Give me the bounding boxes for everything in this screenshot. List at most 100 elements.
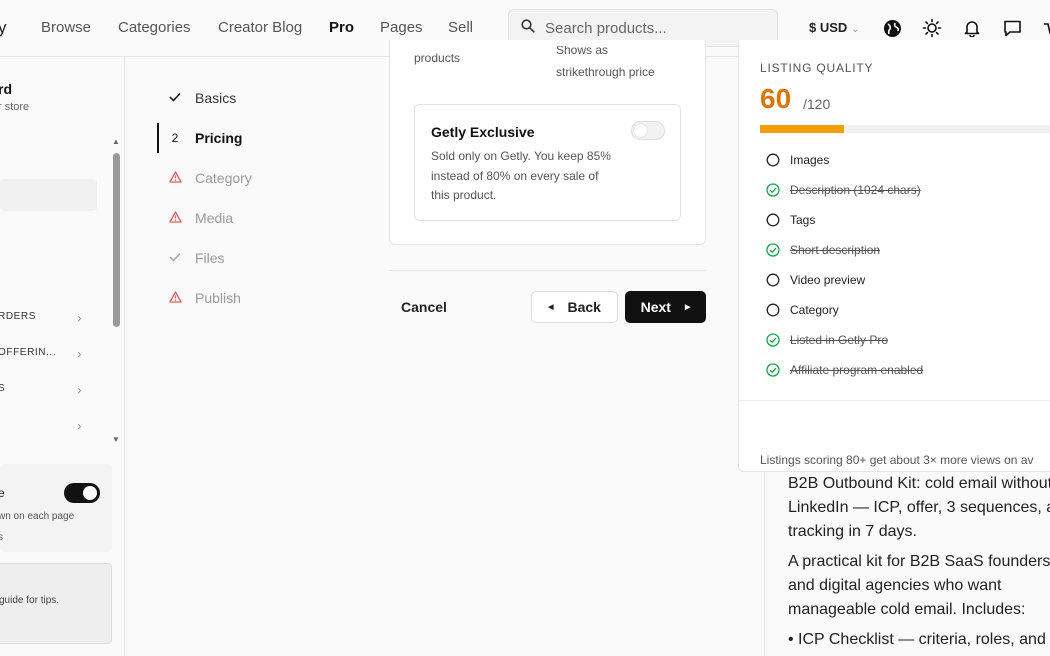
exclusive-title: Getly Exclusive <box>431 124 535 140</box>
step-pricing[interactable]: 2 Pricing <box>155 123 355 153</box>
step-label: Category <box>195 170 252 186</box>
chevron-right-icon: › <box>77 419 82 433</box>
step-label: Media <box>195 210 234 226</box>
nav-creator-blog[interactable]: Creator Blog <box>218 19 302 36</box>
quality-item-label: Description (1024 chars) <box>790 183 921 197</box>
chevron-down-icon: ⌄ <box>851 24 860 35</box>
dashboard-sidebar: rd r store RDERS › OFFERIN... › S › › ▲ ▼ e… <box>0 57 125 656</box>
search-icon <box>521 18 535 38</box>
scroll-down-arrow-icon[interactable]: ▼ <box>112 435 120 444</box>
quality-item-label: Category <box>790 303 839 317</box>
step-basics[interactable]: Basics <box>155 83 355 113</box>
sidebar-scrollbar[interactable] <box>113 153 120 327</box>
search-input[interactable] <box>545 19 745 37</box>
step-publish[interactable]: Publish <box>155 283 355 313</box>
nav-sell[interactable]: Sell <box>448 19 473 36</box>
sidebar-item-section-3[interactable]: S › <box>0 383 88 397</box>
preview-bullet: • ICP Checklist — criteria, roles, and d… <box>788 631 1050 656</box>
check-circle-icon <box>766 243 780 257</box>
option-description-fragment: strikethrough price <box>556 65 655 79</box>
bell-icon[interactable] <box>961 17 983 39</box>
currency-selector[interactable]: $ USD ⌄ <box>809 20 860 35</box>
form-divider <box>389 270 706 271</box>
circle-icon <box>766 273 780 287</box>
chevron-right-icon: › <box>77 383 82 397</box>
step-category[interactable]: Category <box>155 163 355 193</box>
chevron-right-icon: › <box>77 347 82 361</box>
step-label: Publish <box>195 290 241 306</box>
toggle-description: wn on each page <box>0 511 75 522</box>
warning-icon <box>155 290 195 306</box>
currency-label: $ USD <box>809 20 848 35</box>
sun-icon[interactable] <box>921 17 943 39</box>
check-circle-icon <box>766 333 780 347</box>
quality-checklist-item: Listed in Getly Pro <box>766 330 888 350</box>
toggle-label: e <box>0 486 5 500</box>
quality-checklist-item: Affiliate program enabled <box>766 360 923 380</box>
step-label: Files <box>195 250 225 266</box>
cancel-button[interactable]: Cancel <box>389 291 459 323</box>
sidebar-item-label: RDERS <box>0 311 37 322</box>
quality-item-label: Short description <box>790 243 881 257</box>
tip-text: guide for tips. <box>0 595 60 606</box>
step-number: 2 <box>171 131 179 145</box>
option-description-fragment: Shows as <box>556 46 609 56</box>
step-media[interactable]: Media <box>155 203 355 233</box>
quality-progress-fill <box>760 125 845 133</box>
quality-heading: LISTING QUALITY <box>760 61 874 75</box>
nav-pro[interactable]: Pro <box>329 19 354 36</box>
cart-icon[interactable] <box>1040 17 1050 39</box>
back-button[interactable]: ◀ Back <box>531 291 618 323</box>
step-label: Pricing <box>195 130 243 146</box>
sidebar-toggle[interactable] <box>64 483 100 503</box>
sidebar-title: rd <box>0 81 12 97</box>
sidebar-item-orders[interactable]: RDERS › <box>0 311 88 325</box>
quality-score: 60 <box>760 83 792 114</box>
quality-max: /120 <box>803 96 831 112</box>
tip-card[interactable]: guide for tips. <box>0 563 112 644</box>
check-circle-icon <box>766 363 780 377</box>
quality-checklist-item: Images <box>766 150 829 170</box>
scroll-up-arrow-icon[interactable]: ▲ <box>112 137 120 146</box>
next-button[interactable]: Next ▶ <box>625 291 706 323</box>
quality-checklist-item: Tags <box>766 210 815 230</box>
next-label: Next <box>640 299 671 315</box>
preview-title: B2B Outbound Kit: cold email without Lin… <box>788 475 1050 540</box>
message-icon[interactable] <box>1001 17 1023 39</box>
check-icon <box>155 91 195 105</box>
circle-icon <box>766 213 780 227</box>
circle-icon <box>766 153 780 167</box>
quality-footer: Listings scoring 80+ get about 3× more v… <box>760 453 1034 467</box>
quality-checklist-item: Category <box>766 300 839 320</box>
quality-checklist-item: Short description <box>766 240 880 260</box>
caret-right-icon: ▶ <box>684 304 691 311</box>
brand-logo[interactable]: y <box>0 18 7 38</box>
warning-icon <box>155 170 195 186</box>
listing-preview: B2B Outbound Kit: cold email without Lin… <box>764 472 1050 656</box>
listing-quality-panel: LISTING QUALITY 60 /120 Images Descriptio… <box>738 40 1050 472</box>
sidebar-menu: RDERS › OFFERIN... › S › › <box>0 137 110 447</box>
globe-icon[interactable] <box>881 17 903 39</box>
quality-item-label: Listed in Getly Pro <box>790 333 889 347</box>
exclusive-description: Sold only on Getly. You keep 85% instead… <box>431 149 611 202</box>
quality-checklist-item: Video preview <box>766 270 865 290</box>
option-description-fragment: products <box>414 51 461 65</box>
back-label: Back <box>567 299 601 315</box>
nav-pages[interactable]: Pages <box>380 19 423 36</box>
nav-categories[interactable]: Categories <box>118 19 191 36</box>
preview-intro: A practical kit for B2B SaaS founders an… <box>788 553 1050 618</box>
chevron-right-icon: › <box>77 311 82 325</box>
quality-progress-bar <box>760 125 1050 133</box>
sidebar-item-offerings[interactable]: OFFERIN... › <box>0 347 88 361</box>
sidebar-item-label: S <box>0 383 6 394</box>
check-icon <box>155 251 195 265</box>
quality-item-label: Images <box>790 153 830 167</box>
nav-browse[interactable]: Browse <box>41 19 91 36</box>
quality-checklist-item: Description (1024 chars) <box>766 180 921 200</box>
sidebar-item-label: OFFERIN... <box>0 347 57 358</box>
quality-item-label: Video preview <box>790 273 866 287</box>
exclusive-toggle[interactable] <box>631 121 665 140</box>
step-files[interactable]: Files <box>155 243 355 273</box>
sidebar-item-active[interactable] <box>0 179 97 211</box>
exclusive-option-card: Getly Exclusive Sold only on Getly. You … <box>414 104 681 221</box>
